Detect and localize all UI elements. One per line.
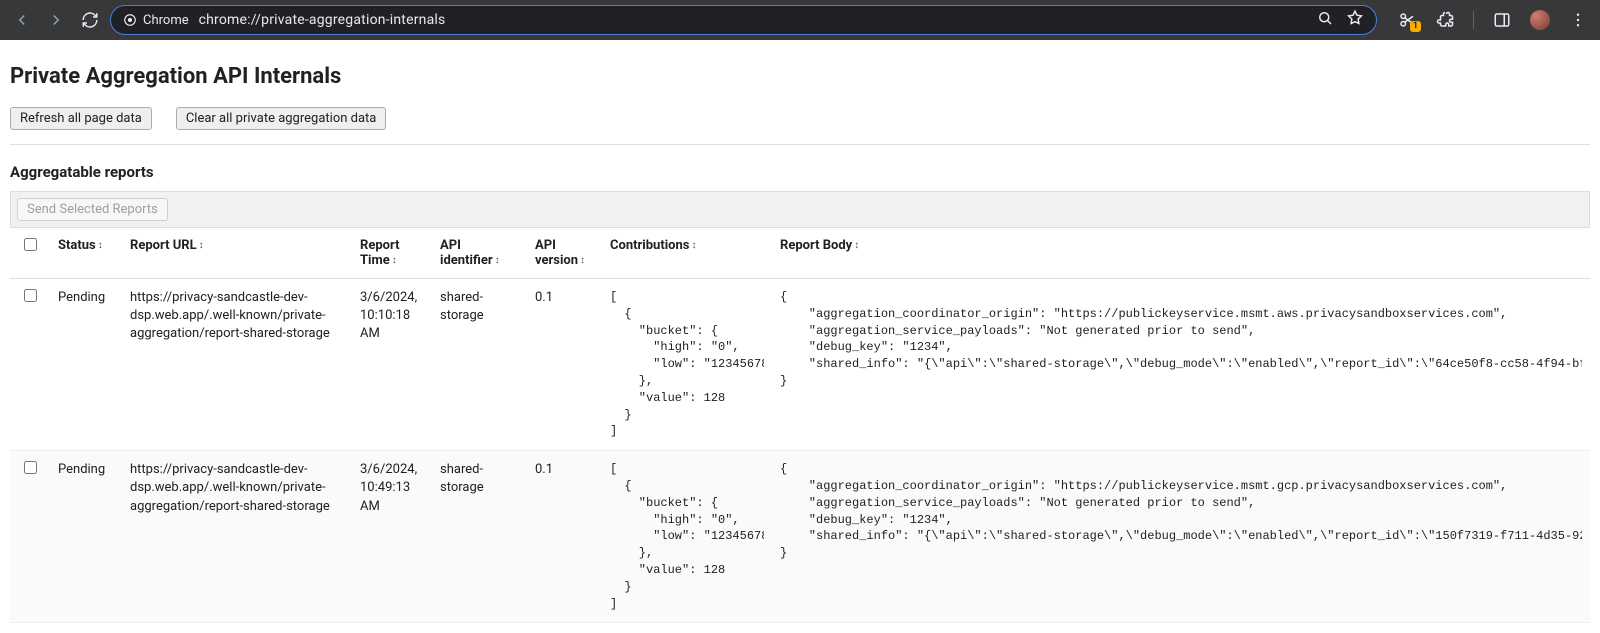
kebab-menu-icon[interactable] xyxy=(1564,6,1592,34)
zoom-icon[interactable] xyxy=(1316,9,1334,31)
extension-scissors-icon[interactable]: 1 xyxy=(1393,6,1421,34)
extension-badge: 1 xyxy=(1410,21,1421,32)
toolbar-right: 1 xyxy=(1383,6,1592,34)
chrome-chip-label: Chrome xyxy=(143,13,189,28)
cell-contrib: [ { "bucket": { "high": "0", "low": "123… xyxy=(602,279,772,451)
forward-button[interactable] xyxy=(42,6,70,34)
cell-api: shared-storage xyxy=(432,279,527,451)
refresh-all-button[interactable]: Refresh all page data xyxy=(10,107,152,130)
col-body-header[interactable]: Report Body xyxy=(772,228,1590,279)
col-time-header[interactable]: Report Time xyxy=(352,228,432,279)
profile-avatar[interactable] xyxy=(1526,6,1554,34)
browser-toolbar: Chrome chrome://private-aggregation-inte… xyxy=(0,0,1600,40)
cell-url: https://privacy-sandcastle-dev-dsp.web.a… xyxy=(122,279,352,451)
cell-api: shared-storage xyxy=(432,451,527,623)
table-header-row: Status Report URL Report Time API identi… xyxy=(10,228,1590,279)
divider xyxy=(10,144,1590,145)
col-api-header[interactable]: API identifier xyxy=(432,228,527,279)
bookmark-star-icon[interactable] xyxy=(1346,9,1364,31)
col-status-header[interactable]: Status xyxy=(50,228,122,279)
cell-status: Pending xyxy=(50,451,122,623)
table-row: Pending https://privacy-sandcastle-dev-d… xyxy=(10,279,1590,451)
chrome-origin-chip: Chrome xyxy=(123,13,189,28)
cell-body: { "aggregation_coordinator_origin": "htt… xyxy=(772,279,1590,451)
toolbar-separator xyxy=(1473,11,1474,29)
avatar xyxy=(1530,10,1550,30)
cell-url: https://privacy-sandcastle-dev-dsp.web.a… xyxy=(122,451,352,623)
section-title: Aggregatable reports xyxy=(10,163,1590,181)
address-bar[interactable]: Chrome chrome://private-aggregation-inte… xyxy=(110,5,1377,35)
cell-contrib: [ { "bucket": { "high": "0", "low": "123… xyxy=(602,451,772,623)
clear-all-button[interactable]: Clear all private aggregation data xyxy=(176,107,387,130)
cell-ver: 0.1 xyxy=(527,279,602,451)
row-checkbox[interactable] xyxy=(24,289,37,302)
cell-body: { "aggregation_coordinator_origin": "htt… xyxy=(772,451,1590,623)
page-content: Private Aggregation API Internals Refres… xyxy=(0,40,1600,633)
url-text: chrome://private-aggregation-internals xyxy=(199,12,446,28)
reload-button[interactable] xyxy=(76,6,104,34)
reports-table: Status Report URL Report Time API identi… xyxy=(10,227,1590,623)
page-title: Private Aggregation API Internals xyxy=(10,64,1590,89)
extensions-puzzle-icon[interactable] xyxy=(1431,6,1459,34)
col-url-header[interactable]: Report URL xyxy=(122,228,352,279)
select-all-checkbox[interactable] xyxy=(24,238,37,251)
row-checkbox[interactable] xyxy=(24,461,37,474)
col-ver-header[interactable]: API version xyxy=(527,228,602,279)
cell-ver: 0.1 xyxy=(527,451,602,623)
table-row: Pending https://privacy-sandcastle-dev-d… xyxy=(10,451,1590,623)
send-selected-button[interactable]: Send Selected Reports xyxy=(17,198,168,221)
cell-status: Pending xyxy=(50,279,122,451)
back-button[interactable] xyxy=(8,6,36,34)
cell-time: 3/6/2024, 10:49:13 AM xyxy=(352,451,432,623)
cell-time: 3/6/2024, 10:10:18 AM xyxy=(352,279,432,451)
col-contrib-header[interactable]: Contributions xyxy=(602,228,772,279)
side-panel-icon[interactable] xyxy=(1488,6,1516,34)
select-all-header[interactable] xyxy=(10,228,50,279)
